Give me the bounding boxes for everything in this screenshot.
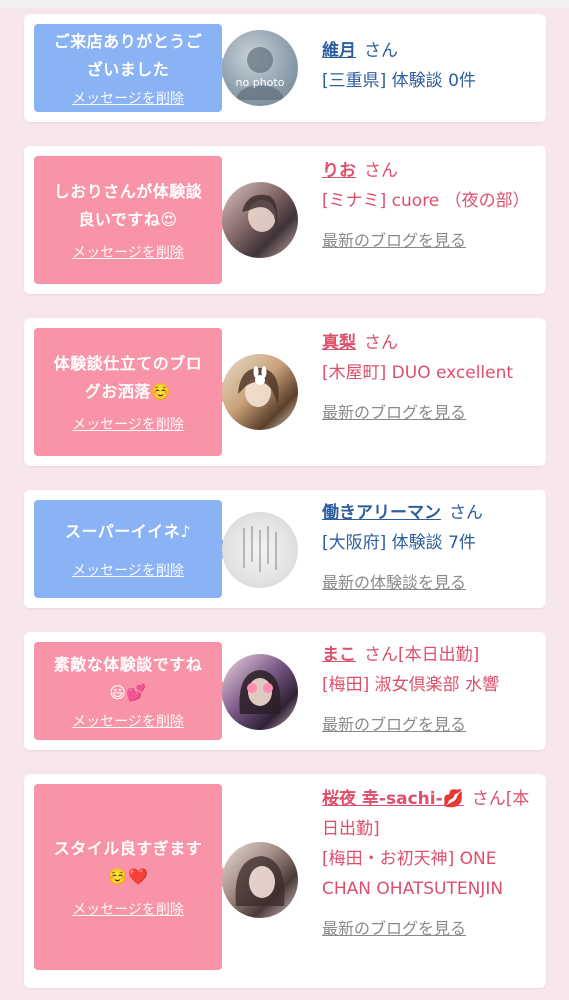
user-name-link[interactable]: 働きアリーマン [322, 503, 441, 523]
shop-info: [大阪府] 体験談 7件 [322, 533, 476, 553]
delete-message-link[interactable]: メッセージを削除 [72, 560, 184, 580]
message-text: ご来店ありがとうございました [53, 32, 203, 79]
message-list: ご来店ありがとうございました メッセージを削除 no photo 維月 さん [三… [0, 8, 569, 1000]
delete-message-link[interactable]: メッセージを削除 [72, 88, 184, 108]
avatar[interactable] [222, 182, 298, 258]
document-photo-icon [243, 526, 277, 572]
latest-blog-link[interactable]: 最新のブログを見る [322, 226, 532, 256]
user-info: 桜夜 幸-sachi-💋 さん[本日出勤] [梅田・お初天神] ONE CHAN … [322, 784, 532, 944]
message-bubble: ご来店ありがとうございました メッセージを削除 [34, 24, 232, 112]
avatar[interactable] [222, 512, 298, 588]
message-card: スーパーイイネ♪ メッセージを削除 働きアリーマン さん [大阪府] 体験談 7件… [24, 490, 546, 608]
photo-placeholder-icon [242, 194, 278, 232]
shop-info: [梅田・お初天神] ONE CHAN OHATSUTENJIN [322, 849, 504, 899]
message-card: 素敵な体験談ですね😃💕 メッセージを削除 まこ さん[本日出勤] [梅田] 淑女倶… [24, 632, 546, 750]
shop-info: [ミナミ] cuore （夜の部） [322, 191, 530, 211]
no-photo-label: no photo [235, 76, 285, 89]
user-name-link[interactable]: 桜夜 幸-sachi-💋 [322, 789, 464, 809]
san-label: さん [364, 41, 398, 61]
message-card: 体験談仕立てのブログお洒落☺️ メッセージを削除 真梨 さん [木屋町] DUO … [24, 318, 546, 466]
san-label: さん [449, 503, 483, 523]
message-bubble: 素敵な体験談ですね😃💕 メッセージを削除 [34, 642, 232, 740]
message-bubble: しおりさんが体験談良いですね😍 メッセージを削除 [34, 156, 232, 284]
user-info: まこ さん[本日出勤] [梅田] 淑女倶楽部 水響 最新のブログを見る [322, 640, 532, 740]
san-label: さん[本日出勤] [364, 645, 480, 665]
user-info: 真梨 さん [木屋町] DUO excellent 最新のブログを見る [322, 328, 532, 428]
shop-info: [梅田] 淑女倶楽部 水響 [322, 675, 500, 695]
user-info: 働きアリーマン さん [大阪府] 体験談 7件 最新の体験談を見る [322, 498, 532, 598]
delete-message-link[interactable]: メッセージを削除 [72, 414, 184, 434]
message-card: ご来店ありがとうございました メッセージを削除 no photo 維月 さん [三… [24, 14, 546, 122]
delete-message-link[interactable]: メッセージを削除 [72, 899, 184, 919]
san-label: さん [364, 333, 398, 353]
message-text: スタイル良すぎます☺️❤️ [53, 839, 203, 886]
shop-info: [木屋町] DUO excellent [322, 363, 514, 383]
latest-review-link[interactable]: 最新の体験談を見る [322, 568, 532, 598]
message-text: スーパーイイネ♪ [64, 522, 192, 541]
shop-info: [三重県] 体験談 0件 [322, 71, 476, 91]
san-label: さん [364, 161, 398, 181]
user-name-link[interactable]: 真梨 [322, 333, 356, 353]
message-card: しおりさんが体験談良いですね😍 メッセージを削除 りお さん [ミナミ] cuor… [24, 146, 546, 294]
avatar[interactable] [222, 354, 298, 430]
message-text: 体験談仕立てのブログお洒落☺️ [53, 354, 203, 401]
latest-blog-link[interactable]: 最新のブログを見る [322, 914, 532, 944]
latest-blog-link[interactable]: 最新のブログを見る [322, 710, 532, 740]
user-info: 維月 さん [三重県] 体験談 0件 [322, 36, 532, 96]
delete-message-link[interactable]: メッセージを削除 [72, 711, 184, 731]
user-name-link[interactable]: りお [322, 161, 356, 181]
message-text: しおりさんが体験談良いですね😍 [53, 182, 203, 229]
user-name-link[interactable]: 維月 [322, 41, 356, 61]
latest-blog-link[interactable]: 最新のブログを見る [322, 398, 532, 428]
photo-placeholder-icon [238, 366, 279, 407]
photo-placeholder-icon [239, 670, 281, 714]
delete-message-link[interactable]: メッセージを削除 [72, 242, 184, 262]
photo-placeholder-icon [235, 856, 285, 906]
message-bubble: スーパーイイネ♪ メッセージを削除 [34, 500, 232, 598]
avatar[interactable]: no photo [222, 30, 298, 106]
avatar[interactable] [222, 654, 298, 730]
user-name-link[interactable]: まこ [322, 645, 356, 665]
person-silhouette-icon [236, 47, 284, 100]
message-bubble: 体験談仕立てのブログお洒落☺️ メッセージを削除 [34, 328, 232, 456]
message-text: 素敵な体験談ですね😃💕 [53, 655, 203, 702]
message-card: スタイル良すぎます☺️❤️ メッセージを削除 桜夜 幸-sachi-💋 さん[本日… [24, 774, 546, 988]
top-bar [0, 0, 569, 8]
user-info: りお さん [ミナミ] cuore （夜の部） 最新のブログを見る [322, 156, 532, 256]
message-bubble: スタイル良すぎます☺️❤️ メッセージを削除 [34, 784, 232, 970]
avatar[interactable] [222, 842, 298, 918]
